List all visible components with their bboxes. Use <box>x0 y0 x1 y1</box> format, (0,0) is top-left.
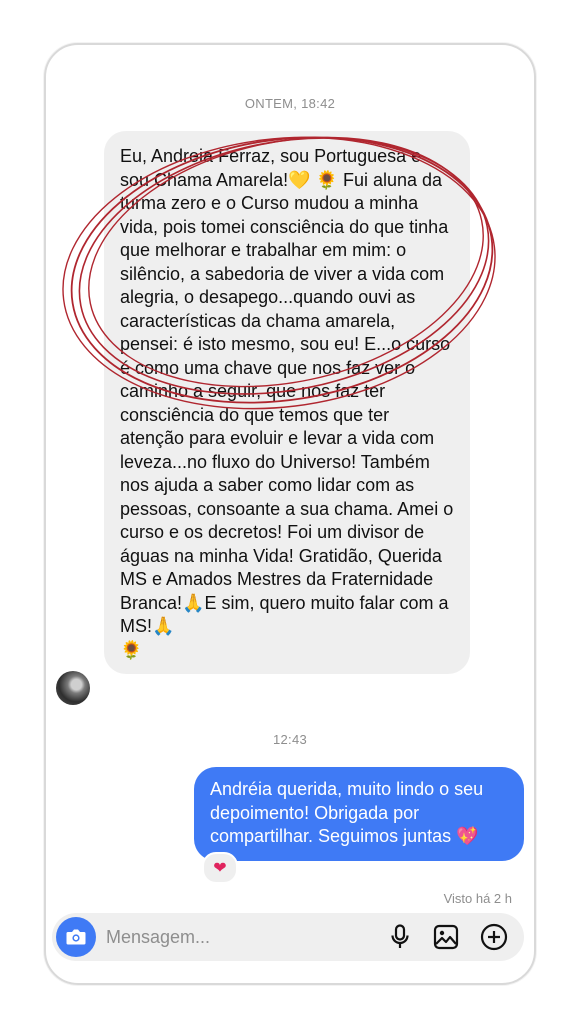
microphone-button[interactable] <box>386 923 414 951</box>
message-input[interactable]: Mensagem... <box>106 927 210 948</box>
message-composer: Mensagem... <box>52 913 524 961</box>
camera-button[interactable] <box>56 917 96 957</box>
heart-reaction[interactable]: ❤ <box>202 852 238 884</box>
outgoing-text: Andréia querida, muito lindo o seu depoi… <box>210 779 484 846</box>
praying-hands-emoji-2: 🙏 <box>152 616 175 637</box>
heart-icon: ❤ <box>213 860 227 877</box>
seen-status: Visto há 2 h <box>443 891 512 906</box>
yellow-heart-emoji: 💛 <box>288 169 311 191</box>
gallery-icon <box>433 924 459 950</box>
sparkling-heart-emoji: 💖 <box>456 826 479 847</box>
praying-hands-emoji: 🙏 <box>182 592 205 614</box>
chat-screen: ONTEM, 18:42 Eu, Andreia Ferraz, sou Por… <box>44 43 536 985</box>
microphone-icon <box>391 924 409 948</box>
gallery-button[interactable] <box>432 923 460 951</box>
plus-icon <box>480 923 508 951</box>
sunflower-emoji-2: 🌻 <box>120 639 143 661</box>
timestamp-yesterday: ONTEM, 18:42 <box>244 96 336 111</box>
more-button[interactable] <box>480 923 508 951</box>
outgoing-message-text: Andréia querida, muito lindo o seu depoi… <box>210 778 510 849</box>
message-body: Fui aluna da turma zero e o Curso mudou … <box>120 169 454 613</box>
timestamp-today: 12:43 <box>272 732 308 747</box>
camera-icon <box>66 929 86 945</box>
avatar[interactable] <box>56 671 90 705</box>
outgoing-message-bubble[interactable]: Andréia querida, muito lindo o seu depoi… <box>194 767 524 861</box>
sunflower-emoji: 🌻 <box>315 169 338 191</box>
incoming-message-bubble[interactable]: Eu, Andreia Ferraz, sou Portuguesa e sou… <box>104 131 470 674</box>
incoming-message-text: Eu, Andreia Ferraz, sou Portuguesa e sou… <box>120 145 454 662</box>
